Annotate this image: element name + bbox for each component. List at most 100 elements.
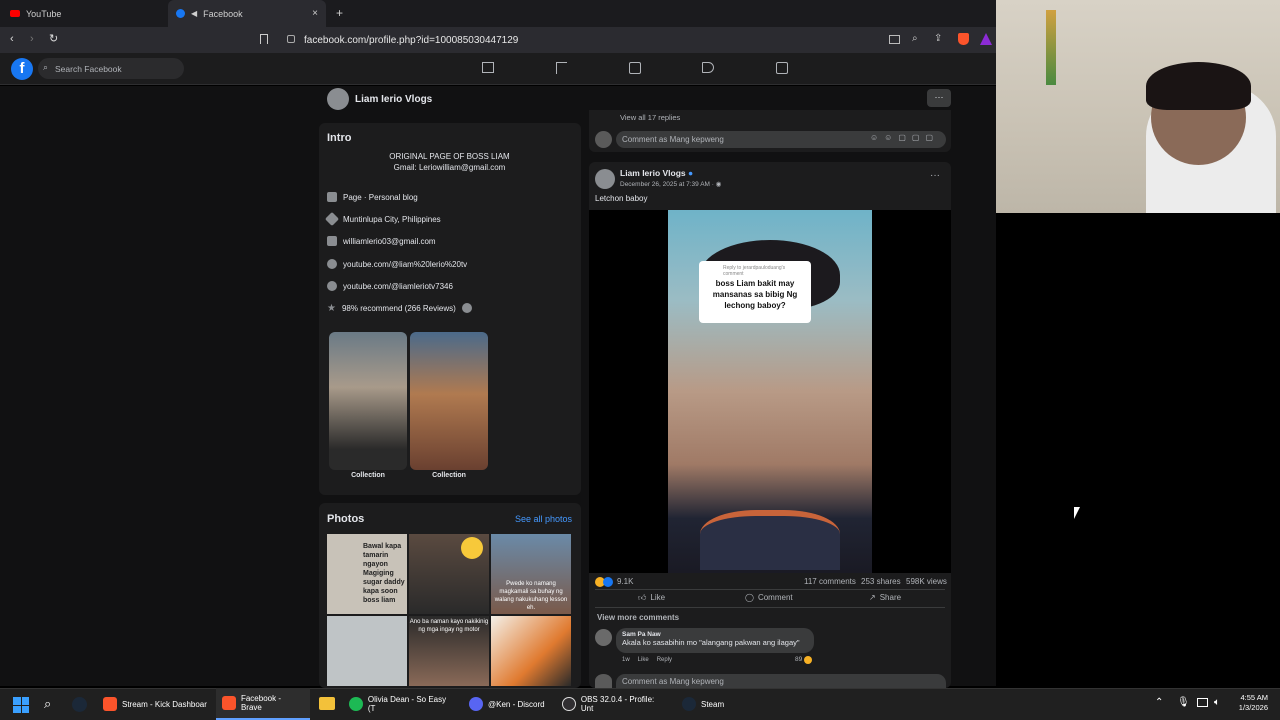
collection-thumb[interactable] <box>329 332 407 470</box>
laughing-emoji-icon <box>461 537 483 559</box>
view-replies-link[interactable]: View all 17 replies <box>620 113 680 122</box>
share-count[interactable]: 253 shares <box>861 577 901 586</box>
taskbar-label: @Ken - Discord <box>488 699 545 709</box>
photo-thumb[interactable]: Ano ba naman kayo nakikinig ng mga ingay… <box>409 616 489 686</box>
comment-button[interactable]: ◯ Comment <box>745 593 793 602</box>
video-shirt <box>700 510 840 570</box>
avatar[interactable] <box>595 169 615 189</box>
search-input[interactable]: Search Facebook <box>38 58 184 79</box>
search-icon[interactable]: ⌕ <box>44 696 51 712</box>
zoom-icon[interactable]: ⌕ <box>912 33 918 44</box>
taskbar-item-spotify[interactable]: Olivia Dean - So Easy (T <box>343 688 461 720</box>
share-button[interactable]: ↗ Share <box>869 593 901 602</box>
forward-icon[interactable]: › <box>30 33 34 45</box>
calendar-icon[interactable] <box>776 62 788 74</box>
taskbar-label: Facebook - Brave <box>240 694 281 712</box>
tab-facebook[interactable]: ◀ Facebook × <box>168 0 326 27</box>
photo-thumb[interactable]: Bawal kapa tamarin ngayon Magiging sugar… <box>327 534 407 614</box>
discord-icon <box>469 697 483 711</box>
page-title[interactable]: Liam Ierio Vlogs <box>355 94 432 105</box>
post-author-name[interactable]: Liam Ierio Vlogs <box>620 168 686 178</box>
bookmark-icon[interactable] <box>260 34 268 44</box>
photo-caption: Ano ba naman kayo nakikinig ng mga ingay… <box>409 619 489 633</box>
intro-row-link2[interactable]: youtube.com/@liamleriotv7346 <box>327 279 577 293</box>
intro-row-email[interactable]: williamlerio03@gmail.com <box>327 234 577 248</box>
close-icon[interactable]: × <box>312 8 318 19</box>
clock-time: 4:55 AM <box>1240 693 1268 702</box>
share-icon[interactable]: ⇪ <box>934 33 942 44</box>
comment-input[interactable]: Comment as Mang kepweng <box>616 674 946 688</box>
see-all-photos-link[interactable]: See all photos <box>515 514 572 524</box>
comment-label: Comment <box>757 593 793 602</box>
intro-row-link1[interactable]: youtube.com/@liam%20lerio%20tv <box>327 257 577 271</box>
network-icon[interactable] <box>1197 698 1208 707</box>
comment-reactions[interactable]: 89 <box>795 656 813 664</box>
megaphone-icon[interactable] <box>702 62 714 73</box>
tray-chevron-icon[interactable]: ⌃ <box>1155 697 1163 708</box>
collection-thumb[interactable] <box>410 332 488 470</box>
post-date[interactable]: December 26, 2025 at 7:39 AM · ◉ <box>620 180 721 188</box>
site-info-icon[interactable] <box>287 35 295 43</box>
url-text: facebook.com/profile.php?id=100085030447… <box>304 34 519 46</box>
share-label: Share <box>879 593 902 602</box>
commenter-name[interactable]: Sam Pa Naw <box>622 631 808 638</box>
taskbar-item-obs[interactable]: OBS 32.0.4 - Profile: Unt <box>556 688 674 720</box>
view-more-comments-link[interactable]: View more comments <box>597 613 679 622</box>
divider <box>595 589 945 590</box>
intro-row-text[interactable]: williamlerio03@gmail.com <box>343 237 436 246</box>
flag-nav-icon[interactable] <box>556 62 567 74</box>
reaction-count[interactable]: 9.1K <box>617 577 633 586</box>
like-reaction-icon[interactable] <box>603 577 613 587</box>
new-tab-icon[interactable]: + <box>336 6 343 20</box>
location-icon <box>324 211 340 227</box>
comment-like-link[interactable]: Like <box>638 657 649 663</box>
taskbar-item-steam[interactable]: Steam <box>676 688 736 720</box>
tab-youtube[interactable]: YouTube <box>2 0 166 27</box>
comment-placeholder: Comment as Mang kepweng <box>622 677 724 686</box>
intro-row-rating: ★ 98% recommend (266 Reviews) <box>327 301 577 315</box>
photo-caption: Bawal kapa tamarin ngayon Magiging sugar… <box>363 543 405 604</box>
volume-icon[interactable]: 🔈︎ <box>1214 697 1220 708</box>
taskbar-label: Steam <box>701 699 725 709</box>
post-date-text[interactable]: December 26, 2025 at 7:39 AM · <box>620 181 714 188</box>
microphone-icon[interactable]: 🎙︎ <box>1177 697 1190 708</box>
reload-icon[interactable]: ↻ <box>49 32 58 45</box>
info-icon[interactable] <box>461 303 472 313</box>
post-more-icon[interactable]: ··· <box>930 170 940 181</box>
photo-thumb[interactable] <box>327 616 407 686</box>
intro-row-text: 98% recommend (266 Reviews) <box>341 303 456 313</box>
cast-icon[interactable] <box>889 35 900 44</box>
brave-shield-icon[interactable] <box>958 33 969 45</box>
file-explorer-icon[interactable] <box>319 697 335 710</box>
back-icon[interactable]: ‹ <box>10 33 14 45</box>
url-field[interactable]: facebook.com/profile.php?id=100085030447… <box>278 31 906 49</box>
more-options-button[interactable]: ··· <box>927 89 951 107</box>
post-author[interactable]: Liam Ierio Vlogs ● <box>620 168 693 178</box>
comment-age[interactable]: 1w <box>622 657 630 663</box>
photo-thumb[interactable] <box>491 616 571 686</box>
comment-count[interactable]: 117 comments <box>804 577 856 586</box>
tab-label: YouTube <box>26 8 62 19</box>
start-button[interactable] <box>13 697 29 713</box>
clock[interactable]: 4:55 AM 1/3/2026 <box>1228 693 1268 713</box>
video-nav-icon[interactable] <box>629 62 641 74</box>
avatar[interactable] <box>595 629 612 646</box>
home-icon[interactable] <box>482 62 494 73</box>
avatar[interactable] <box>327 88 349 110</box>
taskbar-item-discord[interactable]: @Ken - Discord <box>463 688 555 720</box>
comment-reply-link[interactable]: Reply <box>657 657 672 663</box>
intro-row-category: Page · Personal blog <box>327 190 577 204</box>
taskbar-item-kick[interactable]: Stream - Kick Dashboar <box>97 688 215 720</box>
webcam-overlay <box>996 0 1280 213</box>
intro-row-text[interactable]: youtube.com/@liam%20lerio%20tv <box>343 260 467 269</box>
youtube-icon <box>10 10 20 17</box>
facebook-logo[interactable]: f <box>11 58 33 80</box>
intro-bio-line1: ORIGINAL PAGE OF BOSS LIAM <box>389 152 510 161</box>
taskbar-item-facebook[interactable]: Facebook - Brave <box>216 688 310 720</box>
steam-pinned-icon[interactable] <box>72 697 87 712</box>
like-button[interactable]: 👍︎ Like <box>638 593 665 603</box>
comment-tools-icons[interactable]: ☺☺▢▢▢ <box>870 133 939 142</box>
photo-thumb[interactable]: Pwede ko namang magkamali sa buhay ng wa… <box>491 534 571 614</box>
intro-row-text: Page · Personal blog <box>343 192 418 202</box>
intro-row-text[interactable]: youtube.com/@liamleriotv7346 <box>343 282 453 291</box>
